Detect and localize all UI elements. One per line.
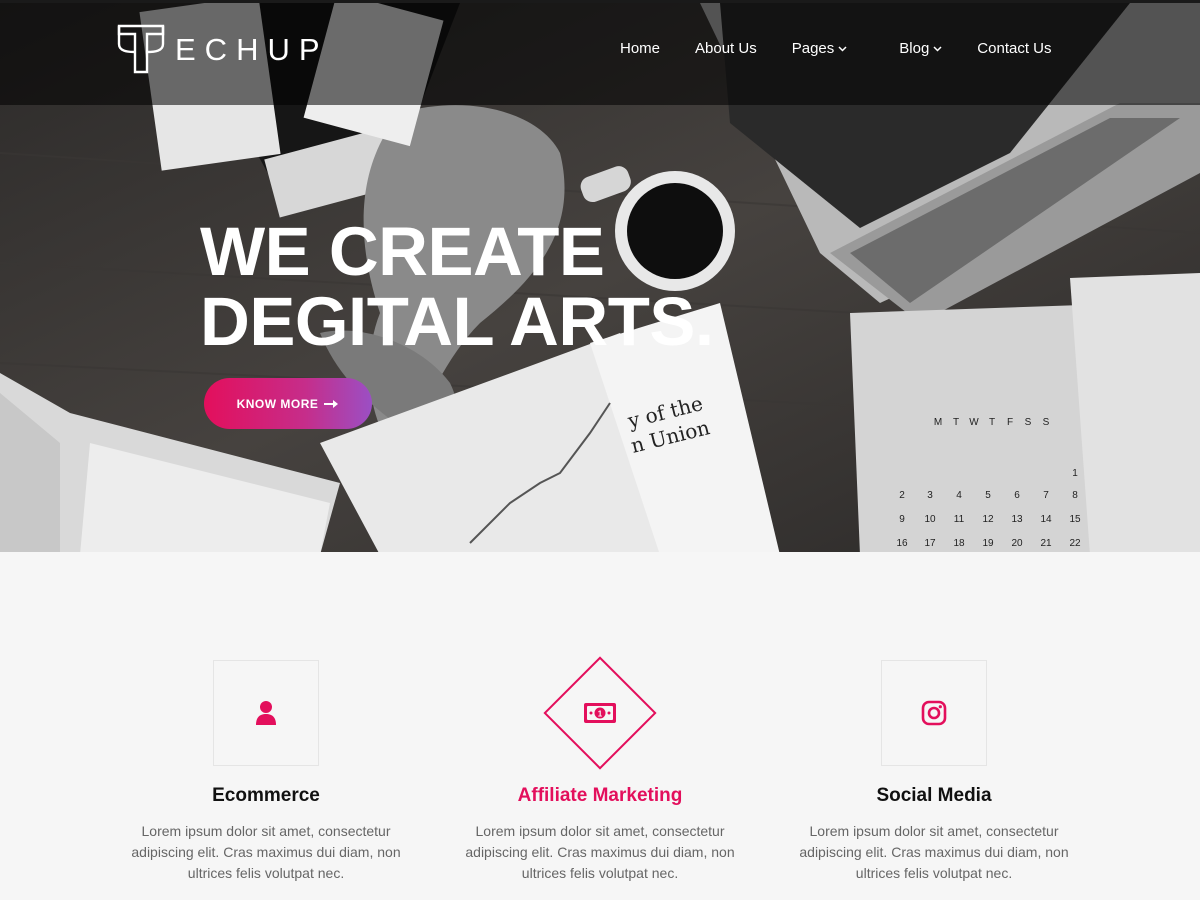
calendar-weekday: F [1007, 417, 1013, 428]
user-icon [256, 701, 276, 725]
calendar-day: 16 [896, 538, 908, 549]
calendar-day: 4 [956, 490, 962, 501]
nav-home[interactable]: Home [620, 40, 660, 57]
calendar-day: 14 [1040, 514, 1052, 525]
calendar-day: 21 [1040, 538, 1052, 549]
hero-headline: WE CREATE DEGITAL ARTS. [200, 217, 714, 357]
arrow-right-icon [324, 399, 339, 408]
calendar-day: 6 [1014, 490, 1020, 501]
logo-t-icon [117, 24, 165, 74]
calendar-day: 22 [1069, 538, 1081, 549]
calendar-paper [850, 273, 1200, 552]
calendar-weekday: M [934, 417, 942, 428]
main-navigation: Home About Us Pages Blog Contact Us [620, 40, 1052, 57]
calendar-day: 7 [1043, 490, 1049, 501]
calendar-day: 20 [1011, 538, 1023, 549]
site-logo[interactable]: ECHUP [117, 23, 329, 75]
logo-text: ECHUP [175, 32, 329, 67]
know-more-label: KNOW MORE [236, 396, 319, 411]
calendar-day: 18 [953, 538, 965, 549]
money-bill-icon: 1 [584, 703, 616, 723]
calendar-day: 10 [924, 514, 936, 525]
calendar-day: 1 [1072, 468, 1078, 479]
feature-title: Social Media [876, 785, 992, 806]
calendar-day: 13 [1011, 514, 1023, 525]
feature-icon-box [213, 660, 319, 766]
nav-about-us[interactable]: About Us [695, 40, 757, 57]
calendar-day: 9 [899, 514, 905, 525]
feature-description: Lorem ipsum dolor sit amet, consectetur … [799, 823, 1069, 881]
nav-pages[interactable]: Pages [792, 40, 848, 57]
calendar-weekday: W [969, 417, 979, 428]
nav-home-label: Home [620, 40, 661, 57]
calendar-day: 15 [1069, 514, 1081, 525]
nav-contact-us[interactable]: Contact Us [977, 40, 1051, 57]
calendar-weekday: T [989, 417, 995, 428]
calendar-day: 3 [927, 490, 933, 501]
nav-pages-label: Pages [791, 40, 835, 57]
calendar-day: 5 [985, 490, 991, 501]
hero-headline-line-1: WE CREATE [200, 213, 605, 290]
calendar-weekday: S [1025, 417, 1032, 428]
calendar-day: 8 [1072, 490, 1078, 501]
feature-icon-box: 1 [547, 660, 653, 766]
feature-icon-box [881, 660, 987, 766]
chevron-down-icon [933, 45, 942, 52]
know-more-button[interactable]: KNOW MORE [204, 378, 372, 429]
svg-text:1: 1 [598, 710, 603, 719]
calendar-day: 11 [954, 514, 965, 525]
calendar-day: 19 [982, 538, 994, 549]
hero-section: y of the n Union M T W T F S S 1 2 3 4 5 6 7 8 9 10 11 12 1… [0, 0, 1200, 552]
calendar-day: 2 [899, 490, 905, 501]
nav-blog-label: Blog [899, 40, 930, 57]
nav-contact-us-label: Contact Us [977, 40, 1052, 57]
nav-about-us-label: About Us [695, 40, 757, 57]
feature-title: Affiliate Marketing [517, 785, 683, 806]
feature-description: Lorem ipsum dolor sit amet, consectetur … [131, 823, 401, 881]
calendar-day: 17 [924, 538, 936, 549]
features-section: Ecommerce Lorem ipsum dolor sit amet, co… [0, 552, 1200, 900]
calendar-day: 12 [982, 514, 994, 525]
hero-headline-line-2: DEGITAL ARTS. [200, 283, 714, 360]
calendar-weekday: S [1043, 417, 1050, 428]
instagram-icon [921, 700, 947, 726]
nav-blog[interactable]: Blog [899, 40, 942, 57]
chevron-down-icon [838, 45, 847, 52]
feature-title: Ecommerce [212, 785, 320, 806]
calendar-weekday: T [953, 417, 959, 428]
feature-description: Lorem ipsum dolor sit amet, consectetur … [465, 823, 735, 881]
